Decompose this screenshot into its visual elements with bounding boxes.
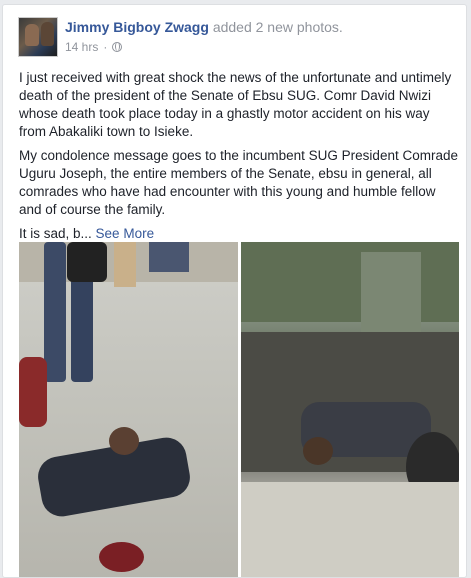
see-more-link[interactable]: See More	[96, 226, 155, 241]
post-action-text: added 2 new photos.	[212, 19, 343, 35]
post-paragraph-1: I just received with great shock the new…	[19, 70, 452, 139]
post-meta: 14 hrs ·	[65, 40, 123, 54]
avatar-figure-left	[25, 24, 39, 46]
post-paragraph-2: My condolence message goes to the incumb…	[19, 148, 458, 217]
post-paragraph-3: It is sad, b... See More	[19, 225, 459, 243]
timestamp-link[interactable]: 14 hrs	[65, 40, 98, 54]
photo-right[interactable]	[241, 242, 459, 577]
post-body: I just received with great shock the new…	[19, 69, 459, 249]
globe-icon[interactable]	[112, 42, 123, 52]
avatar-figure-right	[41, 22, 54, 46]
photo-left[interactable]	[19, 242, 238, 577]
avatar[interactable]	[18, 17, 58, 57]
meta-separator: ·	[103, 40, 108, 54]
author-name-link[interactable]: Jimmy Bigboy Zwagg	[65, 19, 209, 35]
truncated-text: It is sad, b...	[19, 226, 92, 241]
post-header: Jimmy Bigboy Zwagg added 2 new photos.	[65, 19, 343, 35]
post-card: Jimmy Bigboy Zwagg added 2 new photos. 1…	[2, 4, 467, 578]
